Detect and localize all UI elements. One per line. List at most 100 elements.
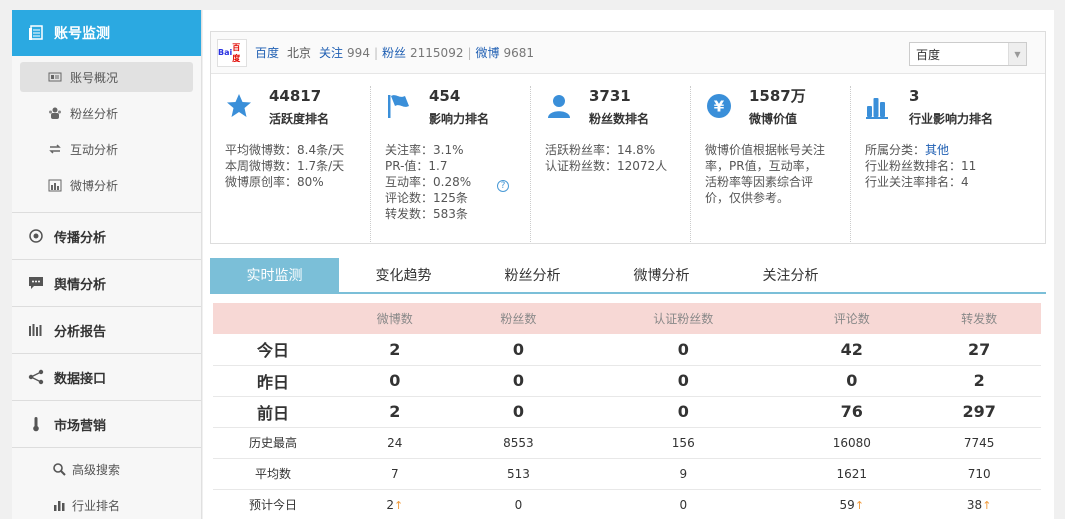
sidebar-item-label: 账号概况 [70, 70, 119, 85]
table-header: 转发数 [917, 303, 1041, 334]
stat-line: 平均微博数：8.4条/天 [225, 143, 345, 157]
sidebar-item-propagation[interactable]: 传播分析 [12, 213, 201, 260]
table-cell: 0 [786, 365, 918, 397]
main-content: Bai 百度 百度 北京 关注 994 | 粉丝 2115092 | 微博 968… [203, 10, 1054, 519]
sidebar-item-weibo-analysis[interactable]: 微博分析 [20, 170, 193, 200]
account-submenu: 账号概况 粉丝分析 互动分析 微博分析 [12, 56, 201, 213]
stat-line: 微博原创率：80% [225, 175, 324, 189]
table-header: 粉丝数 [456, 303, 581, 334]
row-label: 今日 [213, 334, 333, 366]
table-header-row: 微博数 粉丝数 认证粉丝数 评论数 转发数 [213, 303, 1041, 334]
tab-follow[interactable]: 关注分析 [726, 258, 855, 292]
sidebar-item-label: 高级搜索 [72, 462, 121, 477]
sidebar-item-account-monitor[interactable]: 账号监测 [12, 10, 201, 56]
table-header: 微博数 [333, 303, 457, 334]
sidebar-item-label: 行业排名 [72, 498, 121, 513]
stat-line: 活粉率等因素综合评 [705, 175, 814, 189]
sidebar-item-report[interactable]: 分析报告 [12, 307, 201, 354]
chevron-down-icon: ▼ [1008, 43, 1026, 65]
sidebar-item-interaction-analysis[interactable]: 互动分析 [20, 134, 193, 164]
bar-chart-icon [865, 92, 893, 120]
account-name-link[interactable]: 百度 [255, 44, 279, 61]
sidebar-item-data-api[interactable]: 数据接口 [12, 354, 201, 401]
table-cell: 0 [456, 334, 581, 366]
tab-weibo[interactable]: 微博分析 [597, 258, 726, 292]
marketing-submenu: 高级搜索 行业排名 [12, 448, 201, 519]
document-icon [28, 25, 44, 41]
chat-icon [28, 275, 44, 291]
stat-line: 价，仅供参考。 [705, 191, 790, 205]
stat-line: 行业关注率排名：4 [865, 175, 969, 189]
yen-coin-icon: ¥ [705, 92, 733, 120]
sidebar-item-advanced-search[interactable]: 高级搜索 [20, 454, 193, 484]
table-cell: 156 [580, 427, 787, 459]
table-cell: 297 [917, 396, 1041, 428]
stat-line: 评论数：125条 [385, 191, 468, 205]
table-header [213, 303, 333, 334]
bars-icon [28, 322, 44, 338]
table-cell: 76 [786, 396, 918, 428]
table-row: 前日 2 0 0 76 297 [213, 396, 1041, 428]
sidebar: 账号监测 账号概况 粉丝分析 互动分析 微博分析 传播分析 舆情分析 分析报告 … [12, 10, 202, 519]
table-cell: 38↑ [917, 489, 1041, 519]
stat-line: 关注率：3.1% [385, 143, 464, 157]
row-label: 前日 [213, 396, 333, 428]
sidebar-item-fans-analysis[interactable]: 粉丝分析 [20, 98, 193, 128]
table-cell: 710 [917, 458, 1041, 490]
stat-number: 1587万 [749, 87, 806, 105]
help-icon[interactable]: ? [497, 180, 509, 192]
stat-line: 认证粉丝数：12072人 [545, 159, 668, 173]
search-icon [52, 462, 66, 476]
stat-number: 44817 [269, 87, 322, 105]
sidebar-item-label: 市场营销 [54, 418, 107, 434]
stat-line: 转发数：583条 [385, 207, 468, 221]
table-cell: 0 [580, 396, 787, 428]
stat-label: 影响力排名 [429, 112, 490, 126]
table-cell: 2 [333, 396, 457, 428]
account-select-value: 百度 [916, 47, 941, 62]
account-card: Bai 百度 百度 北京 关注 994 | 粉丝 2115092 | 微博 968… [210, 31, 1046, 244]
target-icon [28, 228, 44, 244]
table-row: 昨日 0 0 0 0 2 [213, 365, 1041, 397]
table-cell: 513 [456, 458, 581, 490]
sidebar-item-label: 微博分析 [70, 178, 119, 193]
stat-label: 行业影响力排名 [909, 112, 994, 126]
account-select[interactable]: 百度 ▼ [909, 42, 1027, 66]
table-cell: 8553 [456, 427, 581, 459]
table-row: 历史最高 24 8553 156 16080 7745 [213, 427, 1041, 459]
sidebar-item-marketing[interactable]: 市场营销 [12, 401, 201, 448]
sidebar-item-label: 传播分析 [54, 230, 107, 246]
fans-link[interactable]: 粉丝 [382, 44, 406, 61]
stat-label: 活跃度排名 [269, 112, 330, 126]
stat-industry: 3 行业影响力排名 所属分类：其他 行业粉丝数排名：11 行业关注率排名：4 [851, 86, 1011, 242]
sidebar-item-opinion[interactable]: 舆情分析 [12, 260, 201, 307]
tab-fans[interactable]: 粉丝分析 [468, 258, 597, 292]
bar-chart-icon [52, 498, 66, 512]
svg-text:¥: ¥ [714, 98, 725, 116]
table-cell: 16080 [786, 427, 918, 459]
sidebar-item-label: 粉丝分析 [70, 106, 119, 121]
row-label: 历史最高 [213, 427, 333, 459]
id-card-icon [48, 70, 62, 84]
tab-realtime[interactable]: 实时监测 [210, 258, 339, 292]
category-link[interactable]: 其他 [925, 143, 949, 157]
weibo-link[interactable]: 微博 [476, 44, 500, 61]
table-cell: 1621 [786, 458, 918, 490]
stat-line-category: 所属分类：其他 [865, 143, 950, 157]
table-cell: 0 [333, 365, 457, 397]
user-icon [545, 92, 573, 120]
sidebar-item-industry-rank[interactable]: 行业排名 [20, 490, 193, 519]
table-cell: 42 [786, 334, 918, 366]
sidebar-top-label: 账号监测 [54, 26, 110, 42]
table-cell: 24 [333, 427, 457, 459]
sidebar-item-account-overview[interactable]: 账号概况 [20, 62, 193, 92]
tab-trend[interactable]: 变化趋势 [339, 258, 468, 292]
up-arrow-icon: ↑ [854, 498, 865, 512]
row-label: 预计今日 [213, 489, 333, 519]
table-row: 今日 2 0 0 42 27 [213, 334, 1041, 366]
stat-fans-rank: 3731 粉丝数排名 活跃粉丝率：14.8% 认证粉丝数：12072人 [531, 86, 691, 242]
table-cell: 0 [456, 396, 581, 428]
follow-link[interactable]: 关注 [319, 44, 343, 61]
table-cell: 0 [456, 489, 581, 519]
table-cell: 59↑ [786, 489, 918, 519]
